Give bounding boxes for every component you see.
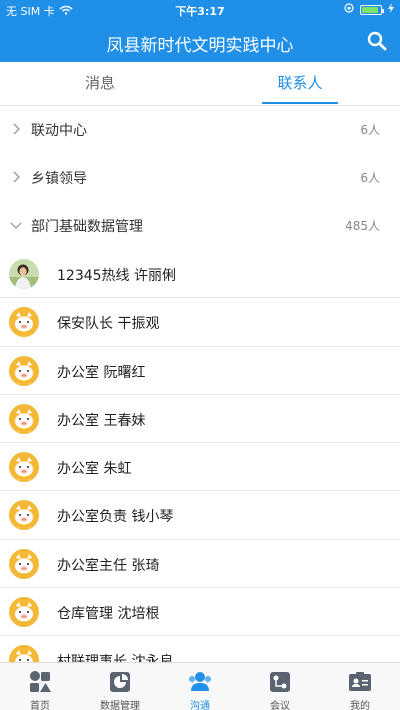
segment-tabs: 消息 联系人 — [0, 62, 400, 106]
orientation-lock-icon — [344, 3, 354, 16]
communication-icon — [189, 672, 211, 691]
avatar — [9, 500, 39, 531]
contact-name: 12345热线 许丽俐 — [57, 268, 176, 284]
chevron-down-icon — [10, 222, 22, 229]
contact-row[interactable]: 办公室负责 钱小琴 — [0, 491, 400, 540]
header-bar: 凤县新时代文明实践中心 — [0, 20, 400, 62]
search-icon[interactable] — [366, 30, 388, 52]
contact-row[interactable]: 办公室主任 张琦 — [0, 540, 400, 589]
tabbar-label: 数据管理 — [100, 701, 140, 710]
chevron-right-icon — [13, 171, 20, 183]
tabbar-label: 我的 — [350, 701, 370, 710]
tabbar-label: 会议 — [270, 701, 290, 710]
contact-row[interactable]: 12345热线 许丽俐 — [0, 250, 400, 299]
avatar — [9, 452, 39, 483]
contact-row[interactable]: 仓库管理 沈培根 — [0, 588, 400, 637]
group-label: 乡镇领导 — [31, 171, 87, 187]
group-count: 6人 — [360, 171, 380, 185]
bottom-tab-bar: 首页 数据管理 沟通 会议 我的 — [0, 662, 400, 710]
contact-row[interactable]: 办公室 阮曙红 — [0, 347, 400, 395]
contact-name: 办公室 阮曙红 — [57, 364, 146, 381]
charging-icon — [388, 3, 394, 16]
home-icon — [30, 671, 51, 692]
contact-name: 保安队长 干振观 — [57, 316, 160, 333]
tabbar-item-data-management[interactable]: 数据管理 — [80, 663, 160, 710]
battery-level — [362, 6, 379, 13]
contact-name: 仓库管理 沈培根 — [57, 606, 160, 623]
status-bar: 无 SIM 卡 下午3:17 — [0, 0, 400, 20]
contacts-container: 12345热线 许丽俐 保安队长 干振观 办公室 阮曙红 办公室 王春妹 办公室 朱虹办… — [0, 250, 400, 662]
group-label: 联动中心 — [31, 123, 87, 139]
avatar — [9, 355, 39, 386]
tabbar-item-profile[interactable]: 我的 — [320, 663, 400, 710]
tabbar-item-communication[interactable]: 沟通 — [160, 663, 240, 710]
avatar — [9, 403, 39, 434]
contact-name: 办公室负责 钱小琴 — [57, 509, 174, 526]
meeting-icon — [270, 672, 290, 692]
group-linkage-center[interactable]: 联动中心 6人 — [0, 106, 400, 154]
contact-name: 办公室 王春妹 — [57, 412, 146, 429]
battery-icon — [360, 4, 384, 15]
avatar — [9, 259, 39, 289]
contact-name: 办公室主任 张琦 — [57, 557, 160, 574]
active-tab-indicator — [262, 102, 338, 104]
data-management-icon — [110, 672, 130, 692]
avatar — [9, 597, 39, 628]
contact-row[interactable]: 办公室 朱虹 — [0, 443, 400, 492]
group-count: 6人 — [360, 123, 380, 137]
contact-row[interactable]: 村联理事长 沈永良 — [0, 636, 400, 662]
group-township-leaders[interactable]: 乡镇领导 6人 — [0, 154, 400, 202]
tab-messages[interactable]: 消息 — [0, 62, 200, 105]
avatar — [9, 307, 39, 338]
chevron-right-icon — [13, 123, 20, 135]
contact-row[interactable]: 保安队长 干振观 — [0, 298, 400, 347]
tabbar-label: 首页 — [30, 701, 50, 710]
tabbar-item-home[interactable]: 首页 — [0, 663, 80, 710]
contact-row[interactable]: 办公室 王春妹 — [0, 395, 400, 444]
profile-icon — [349, 672, 371, 691]
group-department-data[interactable]: 部门基础数据管理 485人 — [0, 202, 400, 250]
contact-list[interactable]: 联动中心 6人 乡镇领导 6人 部门基础数据管理 485人 12345热线 许丽… — [0, 106, 400, 662]
contact-name: 办公室 朱虹 — [57, 461, 132, 478]
group-label: 部门基础数据管理 — [31, 219, 143, 235]
contact-name: 村联理事长 沈永良 — [57, 651, 173, 662]
tab-contacts[interactable]: 联系人 — [200, 62, 400, 105]
avatar — [9, 645, 39, 662]
avatar — [9, 548, 39, 579]
status-time: 下午3:17 — [175, 5, 225, 18]
tabbar-label: 沟通 — [190, 701, 210, 710]
page-title: 凤县新时代文明实践中心 — [106, 36, 294, 56]
group-count: 485人 — [345, 219, 380, 233]
tabbar-item-meeting[interactable]: 会议 — [240, 663, 320, 710]
